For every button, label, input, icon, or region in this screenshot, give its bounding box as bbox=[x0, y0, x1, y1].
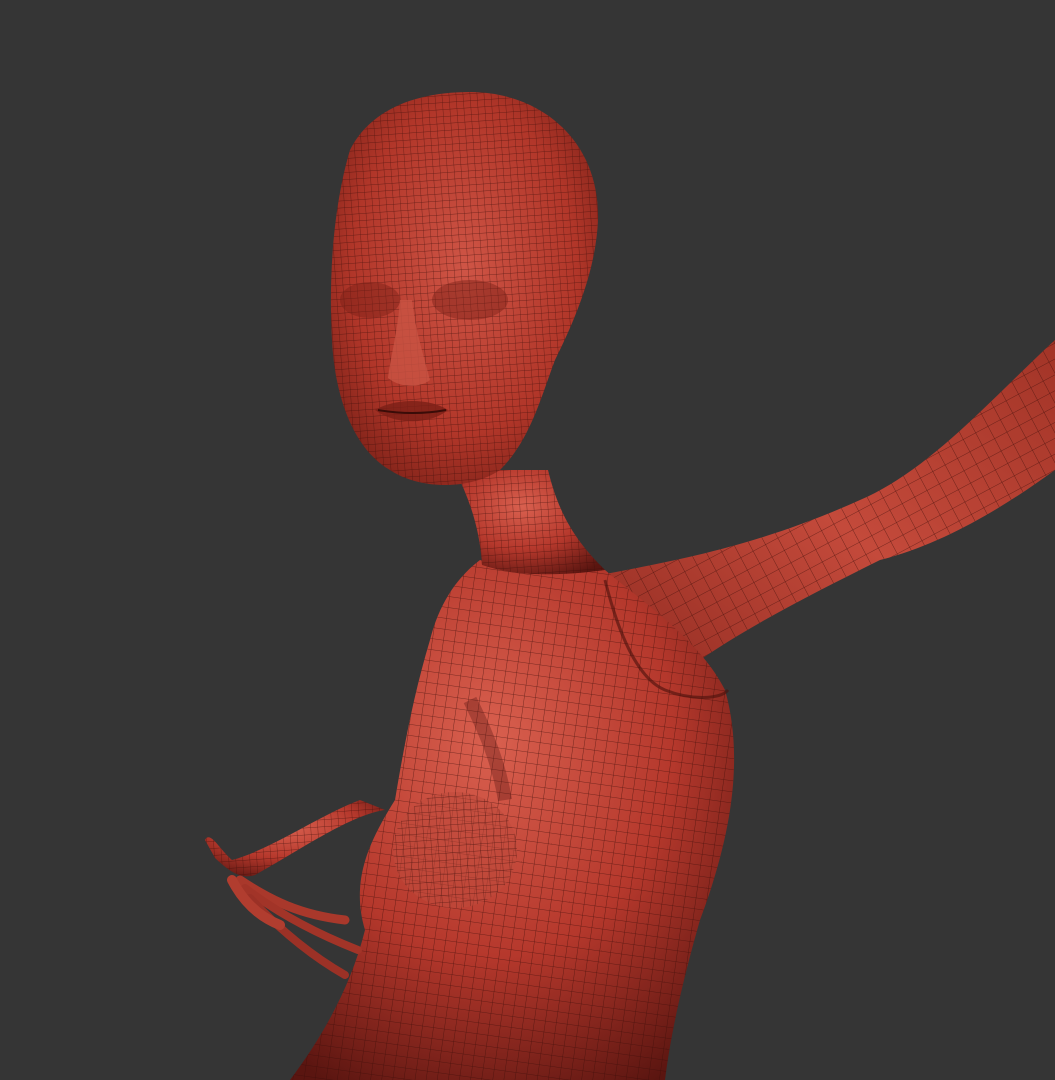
right-eye-socket bbox=[432, 280, 508, 320]
3d-viewport[interactable] bbox=[0, 0, 1055, 1080]
sculpt-scene bbox=[205, 92, 1055, 1080]
left-eye-socket bbox=[340, 282, 400, 318]
neck bbox=[455, 470, 605, 575]
left-hand bbox=[205, 800, 385, 979]
torso bbox=[290, 560, 735, 1080]
